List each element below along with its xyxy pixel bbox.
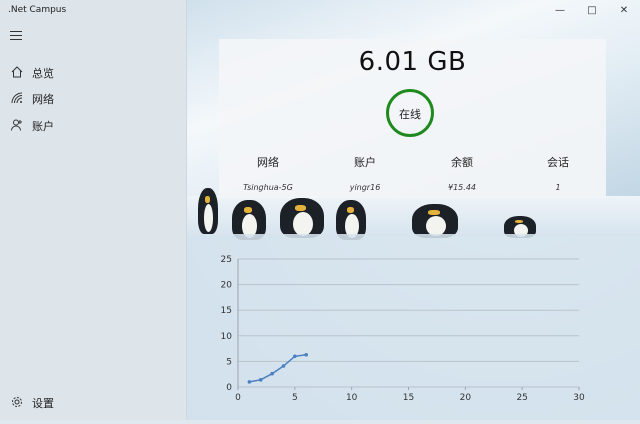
wifi-icon	[10, 91, 24, 105]
sidebar-item-label: 总览	[32, 67, 54, 80]
x-tick-label: 25	[516, 393, 527, 403]
penguin-image	[198, 188, 218, 234]
x-tick-label: 0	[235, 393, 241, 403]
network-value: Tsinghua-5G	[243, 183, 293, 192]
sidebar-item-settings[interactable]: 设置	[0, 390, 186, 414]
usage-chart: 0 5 10 15 20 25 0 5 10 15 20 25 30	[221, 255, 585, 403]
data-point	[281, 364, 286, 368]
penguin-image	[412, 204, 458, 238]
x-tick-label: 5	[292, 393, 298, 403]
data-point	[293, 354, 297, 359]
hamburger-menu-icon[interactable]	[10, 31, 22, 41]
y-tick-label: 15	[221, 306, 232, 316]
y-tick-label: 20	[221, 281, 233, 291]
accounts-icon	[10, 118, 24, 132]
y-tick-label: 5	[226, 357, 232, 367]
usage-chart-panel: 0 5 10 15 20 25 0 5 10 15 20 25 30	[186, 234, 640, 420]
data-point	[258, 378, 263, 382]
series-line	[249, 354, 307, 383]
sidebar-item-label: 网络	[32, 93, 54, 106]
x-tick-label: 10	[346, 393, 358, 403]
gear-icon	[10, 395, 24, 409]
close-button[interactable]: ✕	[610, 2, 638, 20]
y-tick-label: 0	[226, 383, 232, 393]
minimize-button[interactable]: —	[546, 2, 574, 20]
y-tick-label: 25	[221, 255, 232, 265]
sidebar-item-label: 设置	[32, 397, 54, 410]
status-label: 在线	[399, 108, 421, 121]
x-tick-label: 15	[403, 393, 414, 403]
account-header: 账户	[354, 156, 376, 169]
penguin-image	[280, 198, 324, 238]
account-value: yingr16	[349, 183, 381, 192]
sidebar: 总览 网络 账户 设置	[0, 0, 187, 420]
balance-value: ¥15.44	[448, 183, 476, 192]
x-tick-label: 30	[573, 393, 585, 403]
data-point	[247, 380, 252, 384]
status-indicator[interactable]: 在线	[386, 89, 434, 137]
sidebar-item-label: 账户	[32, 120, 54, 133]
x-tick-label: 20	[460, 393, 472, 403]
home-icon	[10, 65, 24, 79]
maximize-button[interactable]: □	[578, 2, 606, 20]
session-value: 1	[555, 183, 561, 192]
usage-card: 6.01 GB 在线 网络 账户 余额 会话 Tsinghua-5G yingr…	[219, 39, 606, 198]
title-bar: .Net Campus — □ ✕	[0, 0, 640, 22]
app-title: .Net Campus	[8, 5, 67, 15]
data-point	[304, 352, 308, 357]
y-tick-label: 10	[221, 332, 233, 342]
network-header: 网络	[257, 156, 279, 169]
balance-header: 余额	[451, 156, 473, 169]
usage-amount: 6.01 GB	[358, 47, 467, 77]
data-point	[270, 371, 274, 376]
sidebar-item-network[interactable]: 网络	[0, 86, 186, 110]
sidebar-item-overview[interactable]: 总览	[0, 60, 186, 84]
sidebar-item-accounts[interactable]: 账户	[0, 113, 186, 137]
session-header: 会话	[547, 156, 569, 169]
